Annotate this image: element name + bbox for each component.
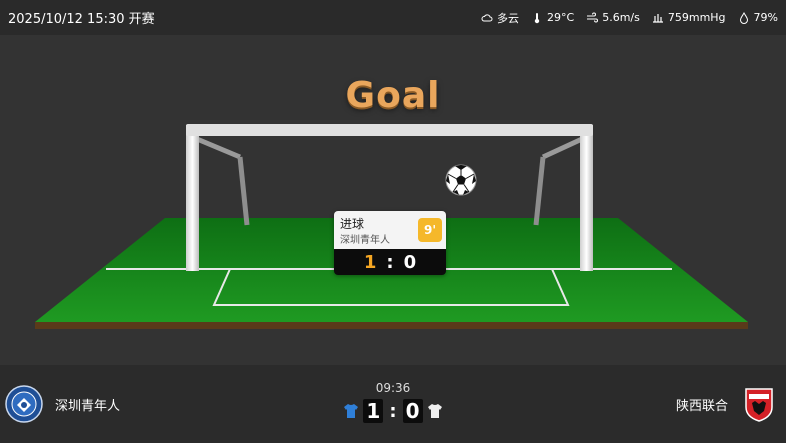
scoreboard: 深圳青年人 09:36 1 : 0 陕西联合 bbox=[0, 365, 786, 443]
away-team-name: 陕西联合 bbox=[675, 398, 728, 414]
weather-temperature: 29°C bbox=[531, 11, 574, 24]
event-team-name: 深圳青年人 bbox=[340, 235, 390, 246]
event-type-label: 进球 bbox=[340, 217, 365, 231]
event-card-header: 进球 深圳青年人 9' bbox=[334, 211, 446, 249]
event-score-separator: : bbox=[386, 251, 394, 273]
top-bar: 2025/10/12 15:30 开赛 多云 29°C 5.6m/s 759mm… bbox=[0, 0, 786, 35]
score-separator: : bbox=[389, 400, 397, 422]
event-away-score: 0 bbox=[403, 251, 417, 273]
weather-pressure: 759mmHg bbox=[652, 11, 726, 24]
home-score: 1 bbox=[363, 399, 384, 423]
event-score: 1 : 0 bbox=[334, 249, 446, 275]
goal-support-left-rear bbox=[237, 156, 250, 226]
goal-post-left bbox=[186, 125, 199, 271]
match-clock: 09:36 bbox=[375, 381, 411, 395]
goal-support-left bbox=[196, 136, 241, 160]
humidity-icon bbox=[739, 11, 748, 24]
football-icon bbox=[445, 164, 477, 196]
goal-headline: Goal bbox=[345, 75, 441, 116]
pitch-edge bbox=[35, 322, 748, 329]
goal-crossbar bbox=[186, 124, 593, 136]
event-home-score: 1 bbox=[363, 251, 377, 273]
home-shirt-icon bbox=[344, 404, 359, 418]
goal-post-right bbox=[580, 125, 593, 271]
weather-wind: 5.6m/s bbox=[586, 11, 640, 24]
away-team-crest-icon bbox=[745, 388, 773, 422]
away-shirt-icon bbox=[427, 404, 442, 418]
match-start-time: 2025/10/12 15:30 开赛 bbox=[8, 12, 155, 27]
weather-condition: 多云 bbox=[481, 10, 519, 26]
goal-support-right bbox=[541, 136, 584, 160]
match-animation-stage: Goal 进球 深圳青年人 9' 1 : 0 bbox=[0, 35, 786, 365]
pressure-icon bbox=[652, 13, 663, 23]
thermometer-icon bbox=[534, 12, 540, 23]
event-minute-badge: 9' bbox=[418, 218, 442, 242]
wind-icon bbox=[587, 12, 599, 22]
away-team[interactable]: 陕西联合 bbox=[676, 385, 778, 423]
scoreline: 1 : 0 bbox=[0, 399, 786, 423]
cloud-icon bbox=[481, 13, 493, 21]
goal-event-card: 进球 深圳青年人 9' 1 : 0 bbox=[334, 211, 446, 275]
away-score: 0 bbox=[402, 399, 423, 423]
weather-bar: 多云 29°C 5.6m/s 759mmHg 79% bbox=[481, 10, 778, 26]
goal-support-right-rear bbox=[533, 156, 546, 226]
weather-humidity: 79% bbox=[738, 11, 778, 24]
